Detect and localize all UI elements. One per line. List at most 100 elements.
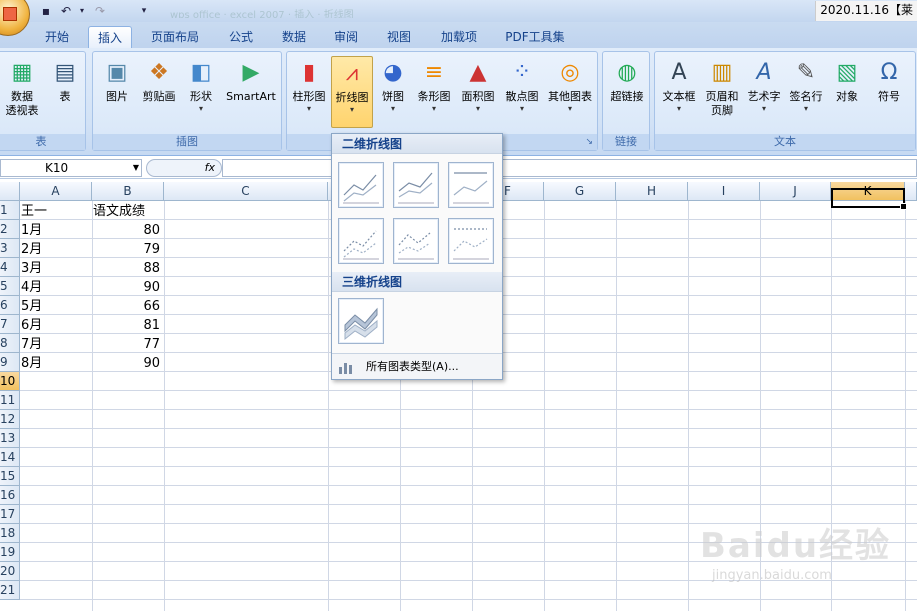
column-chart-icon: ▮ <box>302 60 316 85</box>
tab-insert[interactable]: 插入 <box>88 26 132 48</box>
line-chart-button[interactable]: ⩘ 折线图 ▾ <box>331 56 373 128</box>
tab-pdf-tools[interactable]: PDF工具集 <box>496 26 574 48</box>
pivot-table-button[interactable]: ▦ 数据 透视表 <box>1 56 43 128</box>
header-footer-button[interactable]: ▥ 页眉和 页脚 <box>701 56 743 128</box>
percent-line-markers-icon <box>453 228 489 260</box>
column-chart-button[interactable]: ▮ 柱形图 ▾ <box>289 56 329 128</box>
picture-button[interactable]: ▣ 图片 <box>97 56 137 128</box>
tab-formulas[interactable]: 公式 <box>218 26 264 48</box>
object-icon: ▧ <box>836 60 858 85</box>
scatter-chart-button[interactable]: ⁘ 散点图 ▾ <box>501 56 543 128</box>
chevron-down-icon: ▾ <box>198 104 203 113</box>
stacked-line-markers-icon <box>398 232 434 260</box>
smartart-icon: ▶ <box>242 60 260 85</box>
pie-chart-button[interactable]: ◕ 饼图 ▾ <box>375 56 411 128</box>
select-all-corner[interactable] <box>0 182 20 201</box>
wordart-button[interactable]: A 艺术字 ▾ <box>743 56 785 128</box>
shapes-button[interactable]: ◧ 形状 ▾ <box>181 56 221 128</box>
row-header[interactable]: 14 <box>0 448 20 467</box>
smartart-button[interactable]: ▶ SmartArt <box>221 56 281 128</box>
column-header[interactable]: H <box>616 182 688 201</box>
row-header[interactable]: 2 <box>0 220 20 239</box>
bar-chart-icon: ≡ <box>424 60 444 85</box>
percent-stacked-line-option[interactable] <box>448 162 494 208</box>
group-label-illustrations: 插图 <box>93 134 281 150</box>
ribbon-tabs: 开始 插入 页面布局 公式 数据 审阅 视图 加载项 PDF工具集 <box>0 22 917 48</box>
clipart-button[interactable]: ❖ 剪贴画 <box>137 56 181 128</box>
stacked-line-icon <box>398 172 434 204</box>
row-header[interactable]: 17 <box>0 505 20 524</box>
signature-line-button[interactable]: ✎ 签名行 ▾ <box>785 56 827 128</box>
name-box[interactable]: K10 ▼ <box>0 159 142 177</box>
3d-line-option[interactable] <box>338 298 384 344</box>
tab-home[interactable]: 开始 <box>34 26 80 48</box>
pivot-table-icon: ▦ <box>11 60 33 85</box>
row-header[interactable]: 7 <box>0 315 20 334</box>
bar-chart-button[interactable]: ≡ 条形图 ▾ <box>413 56 455 128</box>
row-header[interactable]: 19 <box>0 543 20 562</box>
row-header[interactable]: 20 <box>0 562 20 581</box>
other-charts-button[interactable]: ◎ 其他图表 ▾ <box>545 56 595 128</box>
row-header[interactable]: 9 <box>0 353 20 372</box>
tab-page-layout[interactable]: 页面布局 <box>140 26 210 48</box>
area-chart-button[interactable]: ▲ 面积图 ▾ <box>457 56 499 128</box>
stacked-line-markers-option[interactable] <box>393 218 439 264</box>
column-header[interactable]: J <box>760 182 831 201</box>
percent-line-markers-option[interactable] <box>448 218 494 264</box>
all-chart-types-link[interactable]: 所有图表类型(A)... <box>332 353 502 379</box>
object-button[interactable]: ▧ 对象 <box>827 56 867 128</box>
row-header[interactable]: 15 <box>0 467 20 486</box>
dialog-launcher-icon[interactable]: ↘ <box>585 134 593 150</box>
scatter-chart-icon: ⁘ <box>512 60 532 85</box>
tab-view[interactable]: 视图 <box>376 26 422 48</box>
line-chart-icon: ⩘ <box>345 61 359 86</box>
row-header[interactable]: 5 <box>0 277 20 296</box>
save-icon[interactable]: ▪ <box>38 3 54 19</box>
table-button[interactable]: ▤ 表 <box>45 56 85 128</box>
row-header[interactable]: 11 <box>0 391 20 410</box>
line-chart-option[interactable] <box>338 162 384 208</box>
row-header[interactable]: 4 <box>0 258 20 277</box>
column-header[interactable] <box>905 182 917 201</box>
symbol-button[interactable]: Ω 符号 <box>867 56 911 128</box>
stacked-line-option[interactable] <box>393 162 439 208</box>
column-header[interactable]: G <box>544 182 616 201</box>
column-header[interactable]: I <box>688 182 760 201</box>
fx-button[interactable]: fx <box>146 159 222 177</box>
row-header[interactable]: 18 <box>0 524 20 543</box>
undo-dropdown-icon[interactable]: ▾ <box>74 3 90 19</box>
column-header[interactable]: C <box>164 182 328 201</box>
section-3d-line: 三维折线图 <box>332 272 502 292</box>
group-tables: ▦ 数据 透视表 ▤ 表 表 <box>0 51 86 151</box>
group-illustrations: ▣ 图片 ❖ 剪贴画 ◧ 形状 ▾ ▶ SmartArt 插图 <box>92 51 282 151</box>
percent-line-icon <box>453 172 489 204</box>
line-markers-option[interactable] <box>338 218 384 264</box>
row-header[interactable]: 6 <box>0 296 20 315</box>
chevron-down-icon[interactable]: ▼ <box>133 160 139 176</box>
row-header[interactable]: 3 <box>0 239 20 258</box>
active-cell-K10[interactable] <box>831 188 907 210</box>
group-links: ◍ 超链接 链接 <box>602 51 650 151</box>
redo-icon[interactable]: ↷ <box>92 3 108 19</box>
row-header[interactable]: 10 <box>0 372 20 391</box>
tab-review[interactable]: 审阅 <box>324 26 368 48</box>
formula-input[interactable] <box>222 159 917 177</box>
textbox-button[interactable]: A 文本框 ▾ <box>657 56 701 128</box>
section-2d-line: 二维折线图 <box>332 134 502 154</box>
tab-data[interactable]: 数据 <box>272 26 316 48</box>
column-header[interactable]: B <box>92 182 164 201</box>
column-header[interactable]: A <box>20 182 92 201</box>
picture-icon: ▣ <box>106 60 128 85</box>
row-header[interactable]: 16 <box>0 486 20 505</box>
tab-addins[interactable]: 加载项 <box>430 26 488 48</box>
group-label-tables: 表 <box>0 134 85 150</box>
omega-icon: Ω <box>880 60 898 85</box>
undo-icon[interactable]: ↶ <box>58 3 74 19</box>
row-header[interactable]: 13 <box>0 429 20 448</box>
row-header[interactable]: 1 <box>0 201 20 220</box>
row-header[interactable]: 21 <box>0 581 20 600</box>
hyperlink-button[interactable]: ◍ 超链接 <box>605 56 649 128</box>
row-header[interactable]: 8 <box>0 334 20 353</box>
row-header[interactable]: 12 <box>0 410 20 429</box>
customize-toolbar-icon[interactable]: ▾ <box>136 3 152 19</box>
